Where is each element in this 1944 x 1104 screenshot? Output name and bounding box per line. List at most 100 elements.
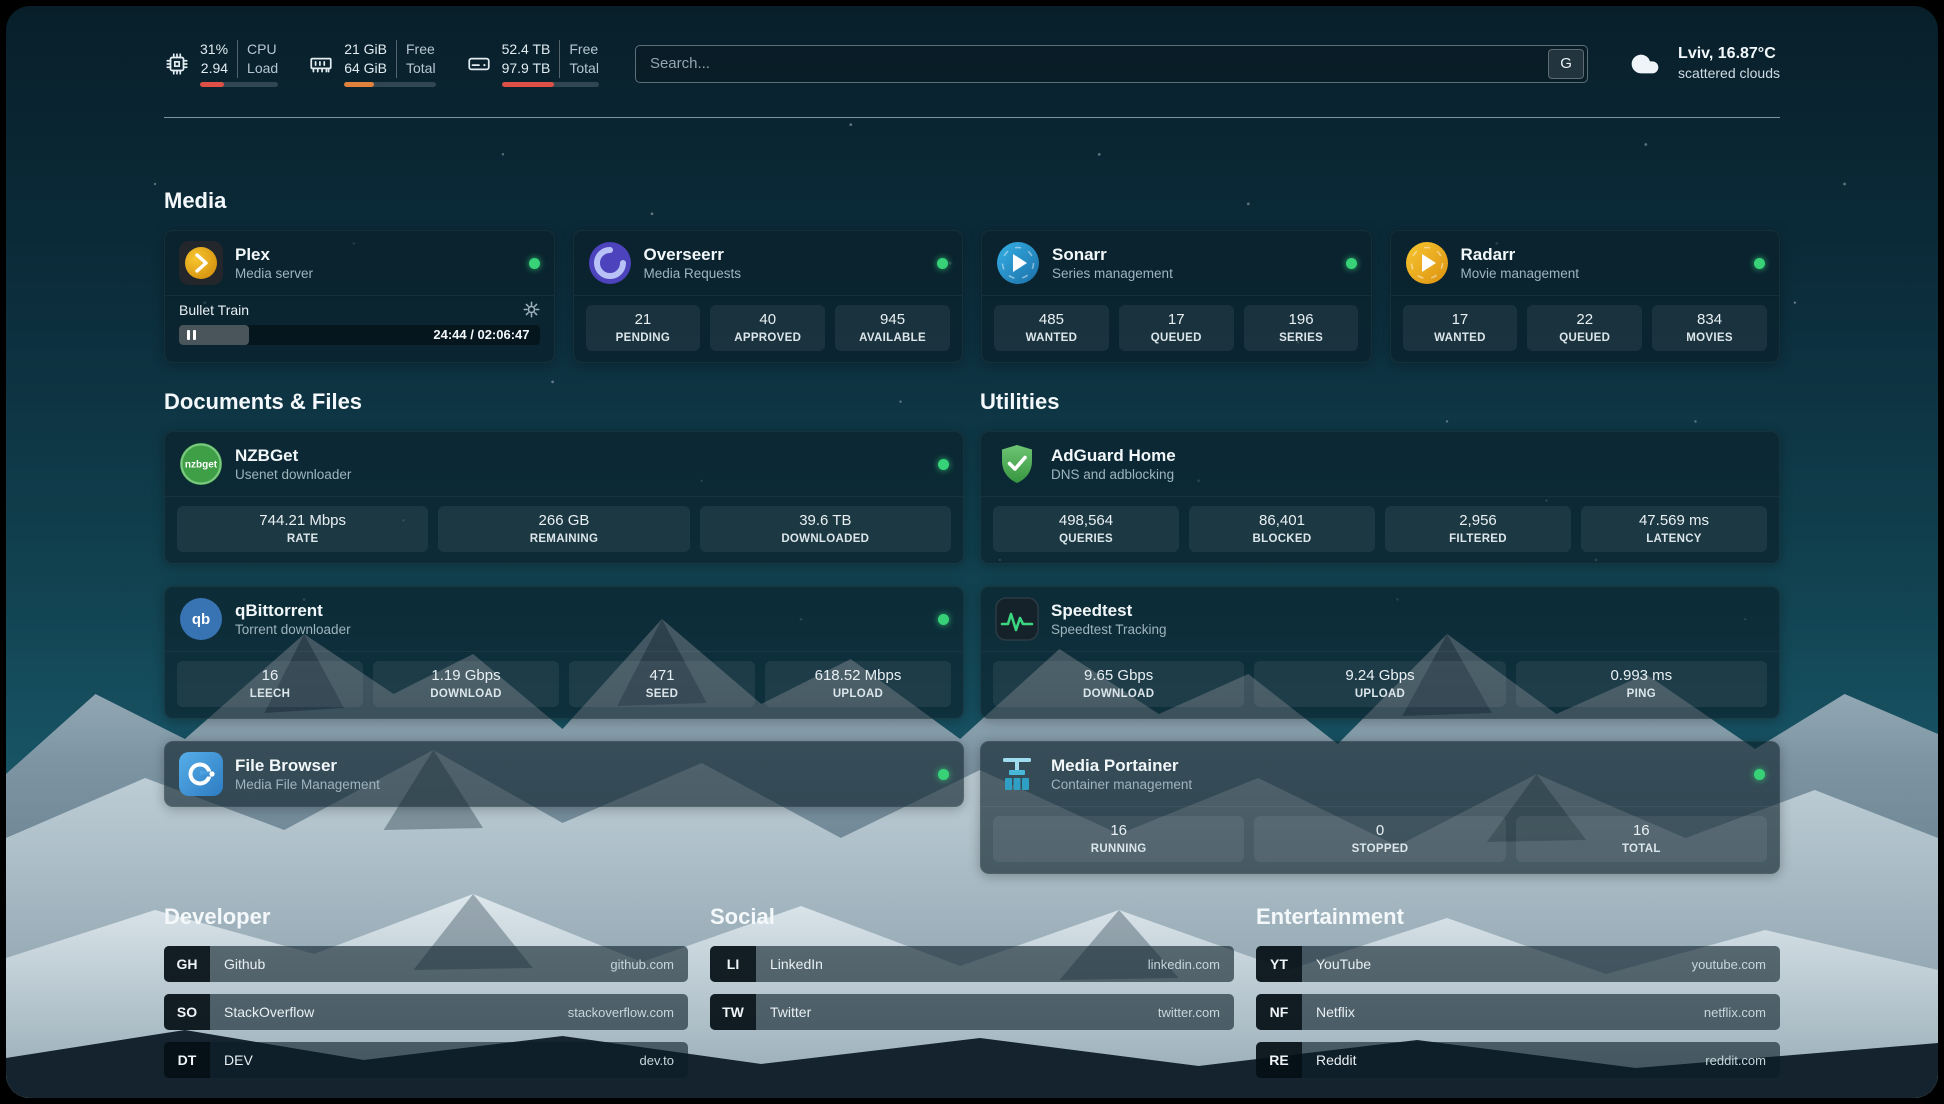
stat-value: 2,956 bbox=[1389, 512, 1567, 530]
bookmark-name: Netflix bbox=[1316, 1004, 1355, 1020]
stat-value: 9.24 Gbps bbox=[1258, 667, 1501, 685]
stat-box: 22 QUEUED bbox=[1527, 305, 1642, 351]
disk-free-label: Free bbox=[569, 40, 599, 59]
stat-value: 485 bbox=[998, 311, 1105, 329]
bookmark-name: Github bbox=[224, 956, 265, 972]
stat-box: 16 LEECH bbox=[177, 661, 363, 707]
app-card-speedtest[interactable]: Speedtest Speedtest Tracking 9.65 Gbps D… bbox=[980, 586, 1780, 719]
stat-label: RATE bbox=[181, 532, 424, 546]
stat-value: 618.52 Mbps bbox=[769, 667, 947, 685]
card-head: Sonarr Series management bbox=[982, 231, 1371, 296]
stat-value: 834 bbox=[1656, 311, 1763, 329]
reddit-icon: RE bbox=[1256, 1042, 1302, 1078]
bookmark-name: LinkedIn bbox=[770, 956, 823, 972]
stat-box: 16 RUNNING bbox=[993, 816, 1244, 862]
disk-usage-bar-fill bbox=[502, 82, 555, 87]
stat-value: 16 bbox=[181, 667, 359, 685]
card-head: Overseerr Media Requests bbox=[574, 231, 963, 296]
bookmark-name: Reddit bbox=[1316, 1052, 1356, 1068]
ram-total-value: 64 GiB bbox=[344, 59, 387, 78]
app-card-sonarr[interactable]: Sonarr Series management 485 WANTED 17 Q… bbox=[981, 230, 1372, 363]
stat-label: QUERIES bbox=[997, 532, 1175, 546]
app-card-adguard[interactable]: AdGuard Home DNS and adblocking 498,564 … bbox=[980, 431, 1780, 564]
status-dot bbox=[1346, 258, 1357, 269]
ram-free-label: Free bbox=[406, 40, 436, 59]
status-dot bbox=[1754, 769, 1765, 780]
app-subtitle: Series management bbox=[1052, 265, 1173, 282]
dev-icon: DT bbox=[164, 1042, 210, 1078]
stat-box: 17 WANTED bbox=[1403, 305, 1518, 351]
app-name: AdGuard Home bbox=[1051, 445, 1176, 466]
section-title-utilities: Utilities bbox=[980, 389, 1780, 415]
app-name: Media Portainer bbox=[1051, 755, 1192, 776]
bookmark-stackoverflow[interactable]: SO StackOverflow stackoverflow.com bbox=[164, 994, 688, 1030]
bookmark-twitter[interactable]: TW Twitter twitter.com bbox=[710, 994, 1234, 1030]
section-title-documents: Documents & Files bbox=[164, 389, 964, 415]
stat-row: 21 PENDING 40 APPROVED 945 AVAILABLE bbox=[574, 296, 963, 362]
stat-row: 17 WANTED 22 QUEUED 834 MOVIES bbox=[1391, 296, 1780, 362]
app-card-portainer[interactable]: Media Portainer Container management 16 … bbox=[980, 741, 1780, 874]
ram-usage-bar bbox=[344, 82, 435, 87]
app-subtitle: Torrent downloader bbox=[235, 621, 351, 638]
cpu-usage-bar bbox=[200, 82, 278, 87]
card-head: Media Portainer Container management bbox=[981, 742, 1779, 807]
plex-icon bbox=[179, 241, 223, 285]
app-card-radarr[interactable]: Radarr Movie management 17 WANTED 22 QUE… bbox=[1390, 230, 1781, 363]
app-card-overseerr[interactable]: Overseerr Media Requests 21 PENDING 40 A… bbox=[573, 230, 964, 363]
bookmark-linkedin[interactable]: LI LinkedIn linkedin.com bbox=[710, 946, 1234, 982]
stat-value: 744.21 Mbps bbox=[181, 512, 424, 530]
ram-total-label: Total bbox=[406, 59, 436, 78]
stat-row: 498,564 QUERIES 86,401 BLOCKED 2,956 FIL… bbox=[981, 497, 1779, 563]
youtube-icon: YT bbox=[1256, 946, 1302, 982]
pause-icon bbox=[187, 330, 196, 340]
stat-box: 945 AVAILABLE bbox=[835, 305, 950, 351]
stat-label: AVAILABLE bbox=[839, 331, 946, 345]
status-dot bbox=[529, 258, 540, 269]
app-card-nzbget[interactable]: nzbget NZBGet Usenet downloader 744.21 M… bbox=[164, 431, 964, 564]
media-grid: Plex Media server Bullet Train bbox=[164, 230, 1780, 363]
stat-box: 834 MOVIES bbox=[1652, 305, 1767, 351]
app-card-qbittorrent[interactable]: qb qBittorrent Torrent downloader 16 LEE… bbox=[164, 586, 964, 719]
radarr-icon bbox=[1405, 241, 1449, 285]
bookmark-github[interactable]: GH Github github.com bbox=[164, 946, 688, 982]
widget-settings-gear-icon[interactable] bbox=[523, 301, 540, 318]
svg-text:qb: qb bbox=[192, 611, 210, 628]
now-playing-widget: Bullet Train 24:44 / 02:06:47 bbox=[165, 296, 554, 357]
app-card-filebrowser[interactable]: File Browser Media File Management bbox=[164, 741, 964, 807]
bookmark-youtube[interactable]: YT YouTube youtube.com bbox=[1256, 946, 1780, 982]
bookmark-url: stackoverflow.com bbox=[568, 1005, 674, 1020]
hard-drive-icon bbox=[466, 51, 492, 77]
weather-condition: scattered clouds bbox=[1678, 64, 1780, 83]
stat-value: 17 bbox=[1123, 311, 1230, 329]
disk-usage-bar bbox=[502, 82, 599, 87]
section-title-social: Social bbox=[710, 904, 1234, 930]
stat-box: 485 WANTED bbox=[994, 305, 1109, 351]
weather-location: Lviv, 16.87°C bbox=[1678, 44, 1780, 64]
stat-value: 22 bbox=[1531, 311, 1638, 329]
utilities-column: Utilities AdGuard bbox=[980, 389, 1780, 874]
card-head: AdGuard Home DNS and adblocking bbox=[981, 432, 1779, 497]
stat-label: BLOCKED bbox=[1193, 532, 1371, 546]
stat-label: QUEUED bbox=[1531, 331, 1638, 345]
topbar: 31% 2.94 CPU Load bbox=[164, 6, 1780, 87]
app-card-plex[interactable]: Plex Media server Bullet Train bbox=[164, 230, 555, 363]
linkedin-icon: LI bbox=[710, 946, 756, 982]
stat-value: 196 bbox=[1248, 311, 1355, 329]
bookmark-reddit[interactable]: RE Reddit reddit.com bbox=[1256, 1042, 1780, 1078]
stat-row: 485 WANTED 17 QUEUED 196 SERIES bbox=[982, 296, 1371, 362]
stat-value: 471 bbox=[573, 667, 751, 685]
search-engine-button[interactable]: G bbox=[1548, 49, 1584, 79]
search-input[interactable] bbox=[636, 46, 1545, 82]
bookmark-url: twitter.com bbox=[1158, 1005, 1220, 1020]
bookmark-dev[interactable]: DT DEV dev.to bbox=[164, 1042, 688, 1078]
bookmark-netflix[interactable]: NF Netflix netflix.com bbox=[1256, 994, 1780, 1030]
stat-box: 744.21 Mbps RATE bbox=[177, 506, 428, 552]
stat-value: 0 bbox=[1258, 822, 1501, 840]
app-name: qBittorrent bbox=[235, 600, 351, 621]
stat-box: 471 SEED bbox=[569, 661, 755, 707]
app-name: NZBGet bbox=[235, 445, 351, 466]
stat-value: 39.6 TB bbox=[704, 512, 947, 530]
cpu-usage-value: 31% bbox=[200, 40, 228, 59]
cloud-icon bbox=[1624, 48, 1666, 80]
stat-label: FILTERED bbox=[1389, 532, 1567, 546]
